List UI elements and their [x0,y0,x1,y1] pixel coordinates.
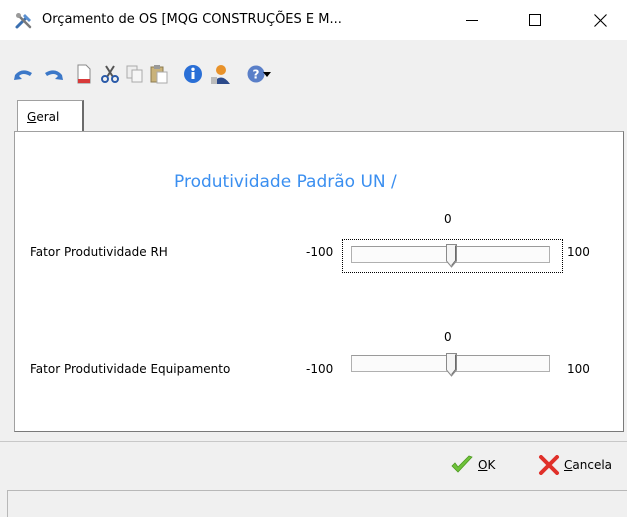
rh-max-label: 100 [567,245,590,259]
maximize-button[interactable] [512,0,558,40]
close-button[interactable] [577,0,623,40]
ok-label-rest: K [487,458,496,472]
redo-icon[interactable] [42,64,64,84]
tools-icon [14,11,34,31]
cancel-x-icon [539,455,559,475]
user-icon[interactable] [209,64,231,84]
equip-slider-thumb[interactable] [446,353,457,377]
toolbar: ? [0,54,627,90]
minimize-button[interactable] [449,0,495,40]
info-icon[interactable] [182,64,204,84]
cancel-label-rest: ancela [572,458,613,472]
rh-slider-value: 0 [444,212,452,226]
undo-icon[interactable] [13,64,35,84]
tab-label: Geral [27,110,59,124]
maximize-icon [529,14,541,26]
cut-icon[interactable] [99,64,121,84]
tab-geral[interactable]: Geral [17,100,84,132]
button-bar-separator [0,441,627,442]
rh-slider-thumb[interactable] [446,244,457,268]
window-title: Orçamento de OS [MQG CONSTRUÇÕES E M... [42,12,342,27]
tab-label-rest: eral [36,110,60,124]
equip-label: Fator Produtividade Equipamento [30,362,231,376]
orcamento-window: Orçamento de OS [MQG CONSTRUÇÕES E M... [0,0,627,517]
copy-icon[interactable] [124,64,146,84]
equip-slider-value: 0 [444,330,452,344]
paste-icon[interactable] [148,64,170,84]
equip-max-label: 100 [567,362,590,376]
cancel-button[interactable]: Cancela [538,452,612,478]
title-bar: Orçamento de OS [MQG CONSTRUÇÕES E M... [0,0,627,40]
tab-label-mnemonic: G [27,110,37,124]
new-document-icon[interactable] [73,64,95,84]
page-heading: Produtividade Padrão UN / [174,172,397,192]
check-icon [451,455,473,473]
ok-button-label: OK [478,458,495,472]
minimize-icon [466,20,478,21]
rh-min-label: -100 [306,245,334,259]
status-bar [7,490,627,517]
rh-label: Fator Produtividade RH [30,245,168,259]
equip-min-label: -100 [306,362,334,376]
close-icon [593,13,607,27]
ok-button[interactable]: OK [450,452,495,478]
svg-text:?: ? [253,68,260,82]
dropdown-arrow-icon[interactable] [261,64,273,84]
cancel-button-label: Cancela [564,458,612,472]
